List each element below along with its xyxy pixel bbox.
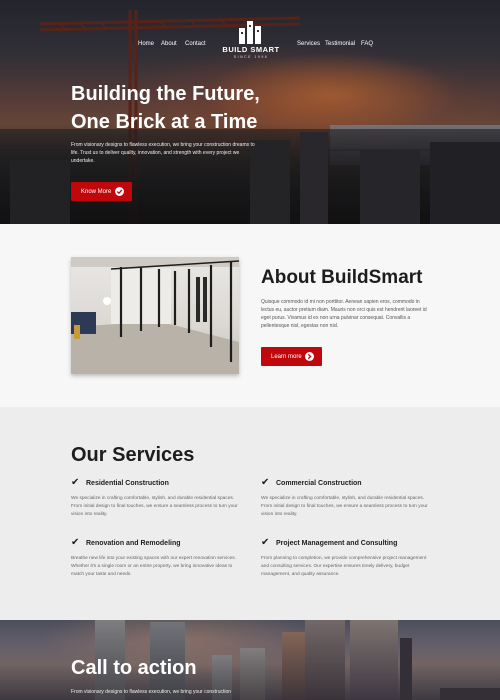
service-text-renovation: Breathe new life into your existing spac… — [71, 556, 237, 577]
nav-home-link[interactable]: Home — [138, 41, 154, 47]
nav-contact-link[interactable]: Contact — [185, 41, 206, 47]
nav-services-link[interactable]: Services — [297, 41, 320, 47]
hero-title-line1: Building the Future, — [71, 83, 260, 105]
nav-faq-link[interactable]: FAQ — [361, 41, 373, 47]
check-icon: ✔ — [261, 477, 270, 488]
check-circle-icon — [115, 187, 124, 196]
logo-since: SINCE 1996 — [233, 55, 269, 59]
service-text-residential: We specialize in crafting comfortable, s… — [71, 496, 238, 517]
check-icon: ✔ — [71, 477, 80, 488]
service-text-commercial: We specialize in crafting comfortable, s… — [261, 496, 428, 517]
learn-more-button[interactable]: Learn more — [261, 347, 322, 366]
building-logo-icon — [239, 21, 261, 44]
service-text-project-management: From planning to completion, we provide … — [261, 556, 427, 577]
hero-description: From visionary designs to flawless execu… — [71, 142, 255, 164]
hero-title: Building the Future, One Brick at a Time — [71, 80, 401, 136]
service-title-project-management: Project Management and Consulting — [276, 540, 398, 547]
learn-more-label: Learn more — [271, 353, 302, 360]
cta-description: From visionary designs to flawless execu… — [71, 689, 232, 695]
service-title-commercial: Commercial Construction — [276, 480, 362, 487]
service-title-residential: Residential Construction — [86, 480, 169, 487]
office-photo — [71, 257, 239, 374]
hero-section: Home About Contact BUILD SMART SINCE 199… — [0, 0, 500, 224]
arrow-circle-icon — [305, 352, 314, 361]
cta-title: Call to action — [71, 657, 197, 679]
nav-testimonial-link[interactable]: Testimonial — [325, 41, 355, 47]
logo-name: BUILD SMART — [222, 45, 280, 54]
about-description: Quisque commodo id mi non porttitor. Aen… — [261, 299, 427, 329]
check-icon: ✔ — [71, 537, 80, 548]
check-icon: ✔ — [261, 537, 270, 548]
know-more-button[interactable]: Know More — [71, 182, 132, 201]
about-title: About BuildSmart — [261, 267, 423, 288]
know-more-label: Know More — [81, 188, 112, 195]
hero-title-line2: One Brick at a Time — [71, 111, 258, 133]
services-title: Our Services — [71, 444, 195, 466]
nav-about-link[interactable]: About — [161, 41, 177, 47]
service-title-renovation: Renovation and Remodeling — [86, 540, 181, 547]
brand-logo[interactable]: BUILD SMART SINCE 1996 — [220, 18, 282, 59]
